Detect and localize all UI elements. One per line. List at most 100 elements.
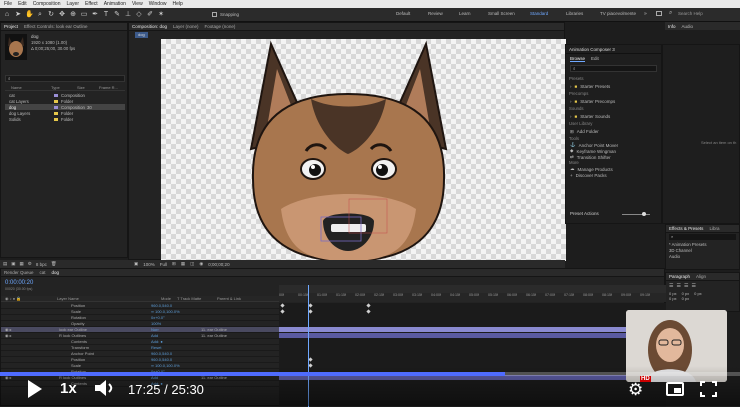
preset-actions-label[interactable]: Preset Actions <box>570 211 599 216</box>
timeline-timecode[interactable]: 0:00:00:20 <box>5 280 33 286</box>
new-comp-icon[interactable]: ▦ <box>20 261 24 267</box>
row-value[interactable]: 960.0,540.0 <box>151 357 201 362</box>
workspace-libraries[interactable]: Libraries <box>566 11 583 16</box>
row-switches[interactable]: ◉ ▸ <box>1 333 59 338</box>
col-layer-name[interactable]: Layer Name <box>57 296 161 301</box>
keyframe-marker[interactable] <box>280 309 285 314</box>
menu-composition[interactable]: Composition <box>33 1 61 7</box>
keyframe-marker[interactable] <box>308 303 313 308</box>
align-left-icon[interactable]: ☰ <box>669 283 673 289</box>
player-progress-track[interactable] <box>0 372 740 376</box>
settings-gear-icon[interactable]: ⚙ <box>628 380 648 400</box>
project-search-input[interactable]: ⌕ <box>5 75 125 82</box>
comp-subtab-dog[interactable]: dog <box>135 32 148 38</box>
project-row-solids[interactable]: Solids Folder <box>5 116 125 122</box>
menu-layer[interactable]: Layer <box>66 1 79 7</box>
tab-audio[interactable]: Audio <box>682 24 694 29</box>
tab-dog[interactable]: dog <box>52 270 60 275</box>
justify-icon[interactable]: ☰ <box>691 283 695 289</box>
workspace-learn[interactable]: Learn <box>459 11 471 16</box>
zoom-tool-icon[interactable]: ⌕ <box>36 11 44 19</box>
row-value[interactable]: ∞ 100.0,100.0% <box>151 309 201 314</box>
col-track-matte[interactable]: T Track Matte <box>177 296 217 301</box>
time-ruler[interactable]: 00f 00:15f 01:00f 01:15f 02:00f 02:15f 03:00f 0… <box>279 293 666 302</box>
workspace-default[interactable]: Default <box>396 11 410 16</box>
tab-composition-dog[interactable]: Composition: dog <box>132 24 167 29</box>
hand-tool-icon[interactable]: ✋ <box>25 11 34 19</box>
align-center-icon[interactable]: ☰ <box>676 283 680 289</box>
region-icon[interactable]: ⊞ <box>172 261 176 267</box>
ac-item-starter-precomps[interactable]: › ■ Starter Precomps <box>566 97 661 106</box>
keyframe-marker[interactable] <box>366 303 371 308</box>
fullscreen-icon[interactable] <box>700 381 717 397</box>
bpc-label[interactable]: 8 bpc <box>36 262 47 267</box>
effects-item-audio[interactable]: Audio <box>666 253 739 259</box>
rotate-tool-icon[interactable]: ↻ <box>47 11 55 19</box>
settings-icon[interactable]: ⚙ <box>28 261 32 267</box>
tab-project[interactable]: Project <box>4 24 18 29</box>
keyframe-marker[interactable] <box>308 309 313 314</box>
menu-effect[interactable]: Effect <box>85 1 98 7</box>
brush-tool-icon[interactable]: ✎ <box>113 11 121 19</box>
ac-tab-edit[interactable]: Edit <box>591 56 599 61</box>
menu-edit[interactable]: Edit <box>18 1 27 7</box>
ac-item-starter-presets[interactable]: › ■ Starter Presets <box>566 82 661 91</box>
row-parent[interactable]: 11. ear Outline <box>201 327 227 332</box>
space-before[interactable]: 0 px <box>669 296 677 301</box>
preset-slider-handle[interactable] <box>642 212 646 216</box>
selection-tool-icon[interactable]: ➤ <box>14 11 22 19</box>
playback-speed-button[interactable]: 1x <box>60 380 77 397</box>
interpret-footage-icon[interactable]: ▤ <box>3 261 7 267</box>
col-name[interactable]: Name <box>5 85 51 90</box>
ac-item-add-folder[interactable]: ⊞ Add Folder <box>566 127 661 136</box>
row-switches[interactable]: ◉ ▸ <box>1 327 59 332</box>
row-value[interactable]: 960.0,540.0 <box>151 303 201 308</box>
col-size[interactable]: Size <box>77 85 99 90</box>
layer-duration-bar[interactable] <box>279 333 666 338</box>
snapping-checkbox[interactable] <box>212 12 217 17</box>
menu-help[interactable]: Help <box>172 1 182 7</box>
workspace-menu-icon[interactable]: » <box>644 11 647 17</box>
row-parent[interactable]: 11. ear Outline <box>201 333 227 338</box>
stamp-tool-icon[interactable]: ⊥ <box>124 11 132 19</box>
keyframe-marker[interactable] <box>280 303 285 308</box>
new-folder-icon[interactable]: ▣ <box>11 261 15 267</box>
camera-tool-icon[interactable]: ✥ <box>58 11 66 19</box>
tab-paragraph[interactable]: Paragraph <box>669 274 690 279</box>
screen-icon[interactable] <box>656 11 662 16</box>
transparency-grid-icon[interactable]: ▦ <box>181 261 185 267</box>
eraser-tool-icon[interactable]: ◇ <box>135 11 143 19</box>
keyframe-marker[interactable] <box>308 357 313 362</box>
pen-tool-icon[interactable]: ✒ <box>91 11 99 19</box>
workspace-review[interactable]: Review <box>428 11 443 16</box>
camera-icon[interactable]: ◉ <box>199 261 203 267</box>
type-tool-icon[interactable]: T <box>102 11 110 19</box>
miniplayer-icon[interactable] <box>666 382 684 396</box>
row-value[interactable]: 100% <box>151 321 201 326</box>
row-value[interactable]: Norr <box>151 327 201 332</box>
indent-first[interactable]: 0 px <box>694 291 702 296</box>
resolution-select[interactable]: Full <box>160 262 167 267</box>
workspace-small-screen[interactable]: Small Screen <box>488 11 515 16</box>
work-area-bar[interactable] <box>279 285 666 293</box>
menu-animation[interactable]: Animation <box>104 1 126 7</box>
menu-file[interactable]: File <box>4 1 12 7</box>
ac-item-starter-sounds[interactable]: › ■ Starter Sounds <box>566 112 661 121</box>
row-value[interactable]: Reset <box>151 345 201 350</box>
search-icon[interactable]: ⌕ <box>669 10 672 17</box>
tab-effects-presets[interactable]: Effects & Presets <box>669 226 703 231</box>
row-value[interactable]: Add <box>151 333 201 338</box>
tab-libraries[interactable]: Libra <box>709 226 719 231</box>
row-value[interactable]: 0x+0.0° <box>151 315 201 320</box>
home-icon[interactable]: ⌂ <box>3 11 11 19</box>
space-after[interactable]: 0 px <box>682 296 690 301</box>
row-value[interactable]: 960.0,540.0 <box>151 351 201 356</box>
tab-cat[interactable]: cat <box>40 270 46 275</box>
pan-behind-tool-icon[interactable]: ⊕ <box>69 11 77 19</box>
preview-icon[interactable]: ▣ <box>134 261 138 267</box>
keyframe-marker[interactable] <box>366 309 371 314</box>
mask-icon[interactable]: ◫ <box>190 261 194 267</box>
search-help-input[interactable]: Search Help <box>678 11 703 16</box>
col-parent-link[interactable]: Parent & Link <box>217 296 241 301</box>
tab-align[interactable]: Align <box>696 274 706 279</box>
